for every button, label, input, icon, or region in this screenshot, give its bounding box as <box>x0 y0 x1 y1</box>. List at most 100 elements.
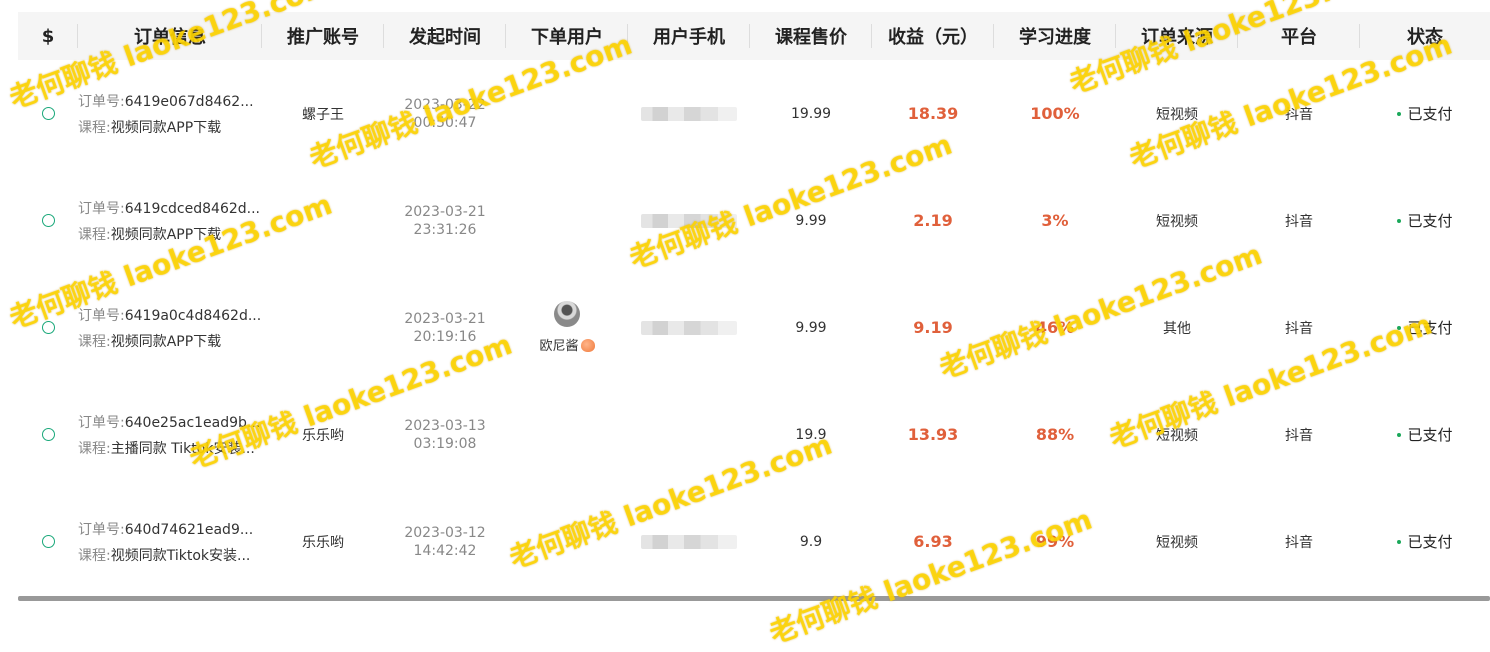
order-no-label: 订单号: <box>78 414 125 431</box>
table-row[interactable]: 订单号:6419cdced8462d... 课程:视频同款APP下载 2023-… <box>18 167 1490 274</box>
price: 9.9 <box>799 533 823 550</box>
peach-icon <box>580 339 595 352</box>
phone-blurred <box>641 320 737 335</box>
header-order-info: 订单信息 <box>78 12 262 60</box>
promo-account: 乐乐哟 <box>302 427 344 444</box>
order-info: 订单号:6419e067d8462... 课程:视频同款APP下载 <box>78 91 254 137</box>
buyer <box>506 381 628 488</box>
course-label: 课程: <box>78 440 111 457</box>
header-phone: 用户手机 <box>628 12 750 60</box>
avatar <box>553 301 580 327</box>
income: 13.93 <box>907 425 959 444</box>
orders-table: $ 订单信息 推广账号 发起时间 下单用户 用户手机 课程售价 收益（元） 学习… <box>18 12 1490 595</box>
phone-blurred <box>641 106 737 121</box>
order-no: 6419a0c4d8462d... <box>124 307 262 324</box>
order-info: 订单号:640d74621ead9... 课程:视频同款Tiktok安装... <box>78 519 253 565</box>
promo-account <box>262 274 384 381</box>
source: 短视频 <box>1156 213 1198 230</box>
phone-empty <box>628 381 750 488</box>
income: 6.93 <box>913 532 953 551</box>
row-select-radio[interactable] <box>41 107 55 120</box>
course-name: 视频同款APP下载 <box>110 226 222 243</box>
price: 9.99 <box>795 212 827 229</box>
table-row[interactable]: 订单号:640d74621ead9... 课程:视频同款Tiktok安装... … <box>18 488 1490 595</box>
phone-blurred <box>641 213 737 228</box>
course-label: 课程: <box>78 547 111 564</box>
progress: 88% <box>1035 425 1075 444</box>
buyer <box>506 488 628 595</box>
price: 9.99 <box>795 319 827 336</box>
start-time: 2023-03-13 03:19:08 <box>404 417 486 452</box>
table-row[interactable]: 订单号:640e25ac1ead9b... 课程:主播同款 Tiktok安装..… <box>18 381 1490 488</box>
source: 短视频 <box>1156 427 1198 444</box>
course-name: 主播同款 Tiktok安装... <box>110 440 255 457</box>
table-header: $ 订单信息 推广账号 发起时间 下单用户 用户手机 课程售价 收益（元） 学习… <box>18 12 1490 60</box>
start-time: 2023-03-21 20:19:16 <box>404 310 486 345</box>
row-select-radio[interactable] <box>41 321 55 334</box>
order-no-label: 订单号: <box>78 200 125 217</box>
buyer <box>506 60 628 167</box>
header-income: 收益（元） <box>872 12 994 60</box>
platform: 抖音 <box>1285 106 1313 123</box>
promo-account: 乐乐哟 <box>302 534 344 551</box>
header-buyer: 下单用户 <box>506 12 628 60</box>
course-name: 视频同款APP下载 <box>110 333 222 350</box>
header-status: 状态 <box>1407 27 1443 48</box>
order-info: 订单号:6419a0c4d8462d... 课程:视频同款APP下载 <box>78 305 261 351</box>
header-platform: 平台 <box>1238 12 1360 60</box>
course-name: 视频同款Tiktok安装... <box>110 547 251 564</box>
row-select-radio[interactable] <box>41 428 55 441</box>
start-time: 2023-03-21 23:31:26 <box>404 203 486 238</box>
order-no-label: 订单号: <box>78 521 125 538</box>
header-source: 订单来源 <box>1116 12 1238 60</box>
platform: 抖音 <box>1285 213 1313 230</box>
header-start-time: 发起时间 <box>384 12 506 60</box>
platform: 抖音 <box>1285 534 1313 551</box>
status-dot-icon <box>1397 539 1402 544</box>
order-info: 订单号:6419cdced8462d... 课程:视频同款APP下载 <box>78 198 260 244</box>
source: 其他 <box>1163 320 1191 337</box>
price: 19.99 <box>790 105 832 122</box>
horizontal-scrollbar[interactable] <box>18 596 1490 601</box>
phone-blurred <box>641 534 737 549</box>
price: 19.9 <box>795 426 827 443</box>
platform: 抖音 <box>1285 320 1313 337</box>
status-dot-icon <box>1397 218 1402 223</box>
income: 2.19 <box>913 211 953 230</box>
status-badge: 已支付 <box>1397 424 1453 445</box>
source: 短视频 <box>1156 534 1198 551</box>
course-label: 课程: <box>78 226 111 243</box>
header-promo-account: 推广账号 <box>262 12 384 60</box>
progress: 46% <box>1035 318 1075 337</box>
order-no: 640d74621ead9... <box>124 521 254 538</box>
status-badge: 已支付 <box>1397 531 1453 552</box>
order-no: 6419e067d8462... <box>124 93 254 110</box>
income: 18.39 <box>907 104 959 123</box>
progress: 3% <box>1041 211 1069 230</box>
income: 9.19 <box>913 318 953 337</box>
status-badge: 已支付 <box>1397 210 1453 231</box>
status-dot-icon <box>1397 432 1402 437</box>
header-price: 课程售价 <box>750 12 872 60</box>
buyer-name: 欧尼酱 <box>539 339 579 354</box>
table-row[interactable]: 订单号:6419e067d8462... 课程:视频同款APP下载 螺子王 20… <box>18 60 1490 167</box>
promo-account: 螺子王 <box>302 106 344 123</box>
row-select-radio[interactable] <box>41 535 55 548</box>
header-progress: 学习进度 <box>994 12 1116 60</box>
promo-account <box>262 167 384 274</box>
source: 短视频 <box>1156 106 1198 123</box>
progress: 99% <box>1035 532 1075 551</box>
buyer <box>506 167 628 274</box>
order-no-label: 订单号: <box>78 93 125 110</box>
course-label: 课程: <box>78 119 111 136</box>
buyer[interactable]: 欧尼酱 <box>539 301 595 354</box>
row-select-radio[interactable] <box>41 214 55 227</box>
order-no: 640e25ac1ead9b... <box>124 414 261 431</box>
status-badge: 已支付 <box>1397 317 1453 338</box>
order-no-label: 订单号: <box>78 307 125 324</box>
status-dot-icon <box>1397 325 1402 330</box>
course-label: 课程: <box>78 333 111 350</box>
progress: 100% <box>1030 104 1080 123</box>
table-row[interactable]: 订单号:6419a0c4d8462d... 课程:视频同款APP下载 2023-… <box>18 274 1490 381</box>
order-info: 订单号:640e25ac1ead9b... 课程:主播同款 Tiktok安装..… <box>78 412 260 458</box>
